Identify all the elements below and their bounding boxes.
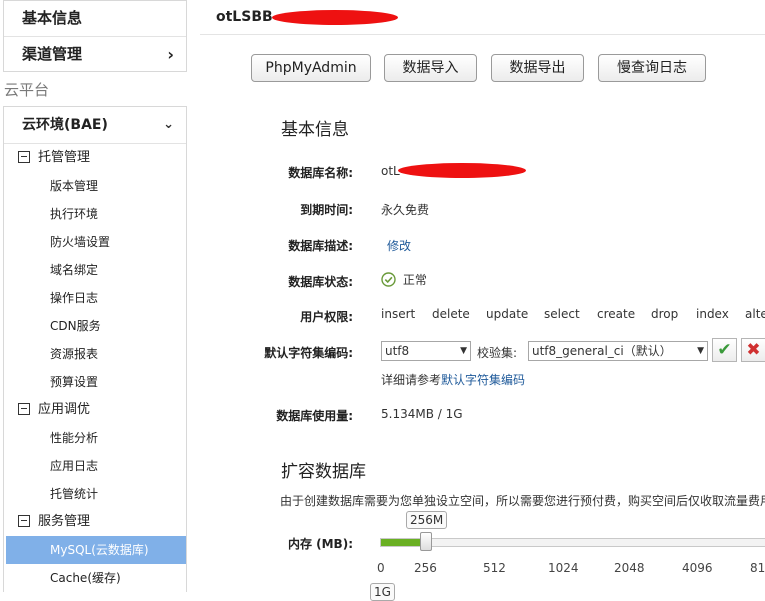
sidebar-item-channel[interactable]: 渠道管理 › (4, 37, 186, 72)
slider-value-tooltip: 256M (406, 511, 448, 529)
collation-select[interactable]: utf8_general_ci（默认） ▼ (528, 341, 708, 361)
slider-tick-label: 2048 (614, 561, 645, 575)
db-name-value: otL (381, 164, 400, 178)
dropdown-arrow-icon: ▼ (697, 346, 704, 356)
main-panel: otLSBB PhpMyAdmin 数据导入 数据导出 慢查询日志 基本信息 数… (200, 0, 765, 601)
chevron-right-icon: › (167, 45, 174, 64)
expand-db-heading: 扩容数据库 (281, 462, 366, 482)
status-value: 正常 (402, 273, 427, 287)
memory-slider-track[interactable] (380, 538, 765, 547)
slider-tick-label: 0 (377, 561, 385, 575)
sidebar-item-mysql[interactable]: MySQL(云数据库) (6, 536, 186, 564)
slider-tick-label: 512 (483, 561, 506, 575)
sidebar-group-label: 托管管理 (38, 150, 91, 165)
collation-label: 校验集: (477, 346, 518, 360)
slider-tick-label: 81 (750, 561, 765, 575)
expire-label: 到期时间: (300, 203, 353, 217)
sidebar-nav: 云环境(BAE) ⌄ 托管管理 版本管理 执行环境 防火墙设置 域名绑定 操作日志… (3, 106, 187, 592)
perm-drop: drop (651, 307, 679, 321)
sidebar-item-perf[interactable]: 性能分析 (4, 424, 186, 452)
sidebar-group-hosting[interactable]: 托管管理 (4, 144, 186, 172)
sidebar: 基本信息 渠道管理 › 云平台 云环境(BAE) ⌄ 托管管理 版本管理 执行环境 … (0, 0, 190, 592)
slider-tick-label: 1024 (548, 561, 579, 575)
expand-description: 由于创建数据库需要为您单独设立空间，所以需要您进行预付费，购买空间后仅收取流量费… (280, 494, 765, 508)
data-export-button[interactable]: 数据导出 (491, 54, 584, 82)
sidebar-env-header[interactable]: 云环境(BAE) ⌄ (4, 107, 186, 144)
perm-label: 用户权限: (300, 310, 353, 324)
sidebar-item-version[interactable]: 版本管理 (4, 172, 186, 200)
section-label-cloud-platform: 云平台 (4, 81, 50, 99)
sidebar-item-oplog[interactable]: 操作日志 (4, 284, 186, 312)
desc-label: 数据库描述: (288, 239, 353, 253)
charset-hint-link[interactable]: 默认字符集编码 (441, 373, 525, 387)
page-title: otLSBB (216, 9, 273, 25)
perm-delete: delete (432, 307, 470, 321)
sidebar-item-applog[interactable]: 应用日志 (4, 452, 186, 480)
sidebar-env-label: 云环境(BAE) (22, 117, 108, 133)
status-label: 数据库状态: (288, 275, 353, 289)
redaction-mark (398, 163, 526, 178)
status-value-wrap: 正常 (381, 271, 427, 288)
chevron-down-icon: ⌄ (163, 117, 174, 132)
sidebar-group-label: 服务管理 (38, 514, 91, 529)
check-circle-icon (381, 272, 396, 287)
slider-tick-label: 4096 (682, 561, 713, 575)
phpmyadmin-button[interactable]: PhpMyAdmin (251, 54, 371, 82)
charset-select[interactable]: utf8 ▼ (381, 341, 471, 361)
sidebar-item-runtime[interactable]: 执行环境 (4, 200, 186, 228)
close-icon: ✖ (746, 340, 761, 360)
sidebar-item-cache[interactable]: Cache(缓存) (4, 564, 186, 592)
perm-create: create (597, 307, 636, 321)
sidebar-top-menu: 基本信息 渠道管理 › (3, 0, 187, 72)
sidebar-item-label: 基本信息 (22, 9, 83, 27)
sidebar-group-tuning[interactable]: 应用调优 (4, 396, 186, 424)
usage-label: 数据库使用量: (276, 409, 353, 423)
slider-tick-label: 256 (414, 561, 437, 575)
collapse-icon[interactable] (18, 514, 30, 527)
charset-hint-text: 详细请参考 (381, 373, 442, 387)
sidebar-item-budget[interactable]: 预算设置 (4, 368, 186, 396)
page-header: otLSBB (200, 0, 765, 35)
collapse-icon[interactable] (18, 402, 30, 415)
sidebar-item-stats[interactable]: 托管统计 (4, 480, 186, 508)
sidebar-item-label: 渠道管理 (22, 45, 83, 63)
sidebar-item-domain[interactable]: 域名绑定 (4, 256, 186, 284)
perm-select: select (544, 307, 580, 321)
perm-alter: alte (745, 307, 765, 321)
dropdown-arrow-icon: ▼ (460, 346, 467, 356)
edit-desc-link[interactable]: 修改 (387, 237, 411, 254)
charset-select-value: utf8 (385, 344, 410, 358)
collation-select-value: utf8_general_ci（默认） (532, 344, 672, 358)
memory-label: 内存 (MB): (287, 537, 353, 551)
confirm-button[interactable]: ✔ (712, 338, 737, 362)
perm-update: update (486, 307, 529, 321)
sidebar-group-services[interactable]: 服务管理 (4, 508, 186, 536)
charset-label: 默认字符集编码: (264, 346, 353, 360)
charset-hint: 详细请参考默认字符集编码 (381, 371, 525, 388)
check-icon: ✔ (717, 340, 732, 360)
sidebar-item-firewall[interactable]: 防火墙设置 (4, 228, 186, 256)
sidebar-item-cdn[interactable]: CDN服务 (4, 312, 186, 340)
collapse-icon[interactable] (18, 150, 30, 163)
cancel-button[interactable]: ✖ (741, 338, 765, 362)
data-import-button[interactable]: 数据导入 (384, 54, 477, 82)
db-name-label: 数据库名称: (288, 166, 353, 180)
redaction-mark (272, 10, 398, 25)
sidebar-item-report[interactable]: 资源报表 (4, 340, 186, 368)
usage-value: 5.134MB / 1G (381, 407, 463, 421)
sidebar-group-label: 应用调优 (38, 402, 91, 417)
storage-size-badge[interactable]: 1G (370, 583, 395, 601)
memory-slider-handle[interactable] (420, 532, 432, 551)
perm-insert: insert (381, 307, 416, 321)
expire-value: 永久免费 (381, 203, 430, 217)
slow-query-log-button[interactable]: 慢查询日志 (598, 54, 706, 82)
basic-info-heading: 基本信息 (281, 120, 349, 140)
perm-index: index (696, 307, 729, 321)
sidebar-item-basic-info[interactable]: 基本信息 (4, 1, 186, 37)
